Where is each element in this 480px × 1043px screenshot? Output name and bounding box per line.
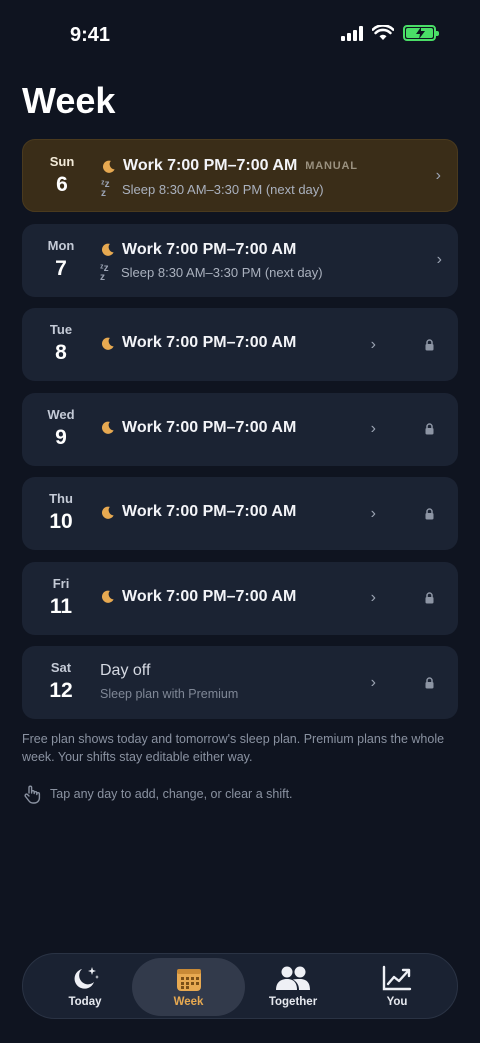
day-card-fri[interactable]: Fri 11 Work 7:00 PM–7:00 AM ›: [22, 561, 458, 635]
day-date-column: Sat 12: [22, 646, 100, 719]
day-number: 8: [55, 341, 67, 364]
tap-hand-icon: [24, 785, 41, 804]
day-number: 6: [56, 173, 68, 196]
shift-time: Work 7:00 PM–7:00 AM: [122, 418, 297, 436]
day-off-label: Day off: [100, 662, 151, 679]
day-card-mon[interactable]: Mon 7 Work 7:00 PM–7:00 AM ᶻz z Sleep 8:3…: [22, 223, 458, 297]
day-of-week: Sun: [49, 154, 75, 169]
day-date-column: Fri 11: [22, 562, 100, 635]
battery-icon: [403, 25, 439, 41]
day-of-week: Mon: [47, 237, 75, 253]
sleep-time: Sleep 8:30 AM–3:30 PM (next day): [122, 181, 324, 197]
day-number: 11: [49, 594, 73, 618]
chevron-right-icon: ›: [370, 335, 376, 353]
shift-line: Work 7:00 PM–7:00 AM: [100, 241, 296, 259]
lock-icon: [425, 338, 434, 350]
day-date-column: Sun 6: [23, 140, 101, 211]
tab-you[interactable]: You: [345, 954, 449, 1020]
wifi-icon: [372, 25, 394, 40]
day-number: 9: [55, 425, 67, 449]
day-number: 12: [49, 679, 73, 702]
tab-label: Today: [68, 996, 102, 1008]
day-of-week: Fri: [52, 575, 70, 591]
calendar-icon: [176, 969, 201, 991]
chevron-right-icon: ›: [370, 673, 376, 691]
day-date-column: Wed 9: [22, 393, 100, 466]
moon-icon: [101, 590, 114, 603]
signal-icon: [341, 25, 363, 41]
tab-bar: Today Week Together You: [22, 953, 458, 1019]
shift-line: Work 7:00 PM–7:00 AM: [100, 419, 296, 437]
shift-time: Work 7:00 PM–7:00 AM: [122, 587, 297, 605]
manual-badge: MANUAL: [305, 160, 358, 172]
tab-label: Week: [173, 996, 204, 1008]
lock-icon: [425, 676, 434, 688]
lock-icon: [425, 507, 434, 519]
tab-together[interactable]: Together: [241, 954, 345, 1020]
day-date-column: Mon 7: [22, 224, 100, 297]
tab-today[interactable]: Today: [33, 954, 137, 1020]
day-card-tue[interactable]: Tue 8 Work 7:00 PM–7:00 AM ›: [22, 308, 458, 381]
lock-icon: [425, 423, 434, 435]
moon-icon: [101, 243, 114, 256]
premium-hint: Sleep plan with Premium: [100, 687, 239, 701]
page-title: Week: [22, 80, 116, 121]
shift-time: Work 7:00 PM–7:00 AM: [123, 157, 298, 174]
chevron-right-icon: ›: [436, 251, 442, 268]
shift-time: Work 7:00 PM–7:00 AM: [122, 240, 297, 258]
tip-text: Tap any day to add, change, or clear a s…: [50, 787, 293, 801]
plan-footnote: Free plan shows today and tomorrow's sle…: [22, 732, 445, 764]
tab-week[interactable]: Week: [132, 958, 245, 1016]
people-icon: [276, 966, 310, 990]
day-card-sat[interactable]: Sat 12 Day off Sleep plan with Premium ›: [22, 646, 458, 719]
day-of-week: Sat: [50, 660, 72, 675]
shift-time: Work 7:00 PM–7:00 AM: [122, 334, 297, 351]
tab-label: Together: [268, 996, 318, 1008]
tab-label: You: [386, 996, 408, 1008]
shift-time: Work 7:00 PM–7:00 AM: [122, 503, 297, 520]
chevron-right-icon: ›: [370, 589, 376, 606]
day-card-sun[interactable]: Sun 6 Work 7:00 PM–7:00 AM MANUAL ᶻz z Sl…: [22, 139, 458, 212]
day-card-thu[interactable]: Thu 10 Work 7:00 PM–7:00 AM ›: [22, 477, 458, 550]
status-icons: [341, 25, 439, 41]
sleep-line: ᶻz z Sleep 8:30 AM–3:30 PM (next day): [100, 262, 323, 283]
day-list: Sun 6 Work 7:00 PM–7:00 AM MANUAL ᶻz z Sl…: [22, 139, 458, 731]
sleep-line: ᶻz z Sleep 8:30 AM–3:30 PM (next day): [101, 179, 324, 199]
day-number: 10: [49, 510, 73, 533]
chevron-right-icon: ›: [370, 504, 376, 522]
lock-icon: [425, 592, 434, 604]
day-of-week: Tue: [49, 322, 73, 337]
sleep-time: Sleep 8:30 AM–3:30 PM (next day): [121, 265, 323, 280]
day-of-week: Wed: [47, 406, 75, 422]
chevron-right-icon: ›: [435, 166, 441, 184]
moon-icon: [101, 506, 114, 519]
sleep-zz-icon: ᶻz z: [100, 262, 109, 283]
moon-icon: [101, 337, 114, 350]
chevron-right-icon: ›: [370, 420, 376, 437]
shift-line: Work 7:00 PM–7:00 AM: [100, 503, 296, 521]
shift-line: Work 7:00 PM–7:00 AM MANUAL: [101, 157, 358, 175]
sleep-zz-icon: ᶻz z: [101, 179, 110, 199]
moon-icon: [102, 160, 115, 173]
day-of-week: Thu: [49, 491, 73, 506]
shift-line: Work 7:00 PM–7:00 AM: [100, 588, 296, 606]
status-bar: 9:41: [0, 0, 480, 70]
moon-stars-icon: [74, 967, 99, 989]
day-number: 7: [55, 256, 67, 280]
status-time: 9:41: [70, 24, 111, 46]
day-date-column: Tue 8: [22, 308, 100, 381]
moon-icon: [101, 421, 114, 434]
tap-tip: Tap any day to add, change, or clear a s…: [22, 784, 293, 804]
chart-icon: [382, 965, 412, 991]
shift-line: Work 7:00 PM–7:00 AM: [100, 334, 296, 352]
day-card-wed[interactable]: Wed 9 Work 7:00 PM–7:00 AM ›: [22, 392, 458, 466]
day-date-column: Thu 10: [22, 477, 100, 550]
